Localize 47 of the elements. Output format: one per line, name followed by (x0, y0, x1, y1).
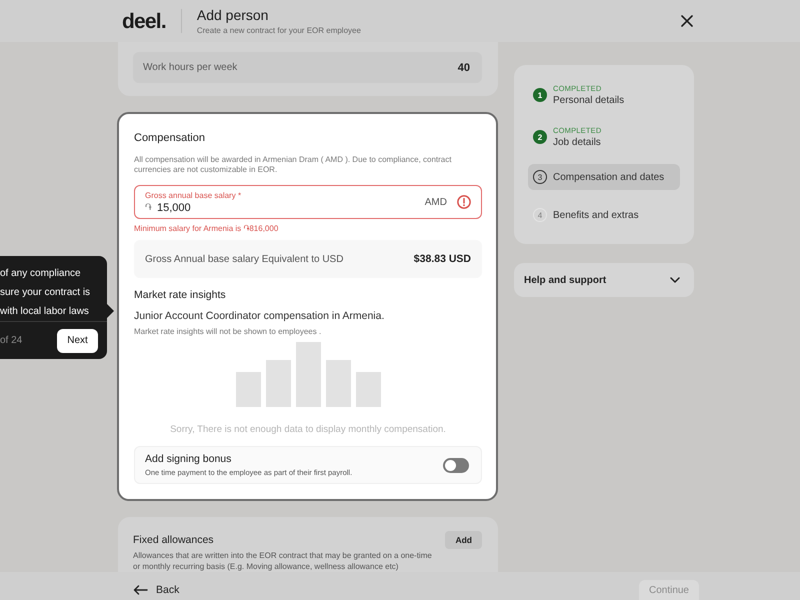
signing-bonus-title: Add signing bonus (145, 453, 232, 465)
tooltip-text: of any compliance sure your contract is with local labor laws (0, 267, 92, 319)
empty-data-message: Sorry, There is not enough data to display monthly compensation. (169, 424, 447, 435)
add-button[interactable]: Add (445, 531, 482, 549)
placeholder-bar (266, 360, 290, 407)
exclamation-circle-icon (457, 195, 471, 209)
arrow-left-icon (133, 585, 148, 595)
step-number: 4 (533, 208, 547, 222)
step-item[interactable]: 4 Benefits and extras (528, 202, 680, 228)
placeholder-bar (356, 372, 380, 407)
currency-symbol: ֏ (145, 202, 152, 213)
salary-input-field[interactable]: Gross annual base salary * ֏ 15,000 AMD (134, 185, 482, 219)
section-description: All compensation will be awarded in Armenian Dram ( AMD ). Due to compliance, contract currencies are not customizable in EOR. (134, 155, 452, 175)
step-item[interactable]: 3 Compensation and dates (528, 164, 680, 190)
section-title: Compensation (134, 131, 206, 145)
help-and-support-accordion[interactable]: Help and support (514, 263, 694, 297)
section-description: Allowances that are written into the EOR contract that may be granted on a one-time or monthly recurring basis (E.g. Moving allowance, wellness allowance etc) (133, 551, 433, 572)
close-icon[interactable] (681, 15, 693, 27)
placeholder-bar (326, 360, 350, 407)
section-title: Fixed allowances (133, 534, 214, 546)
next-button[interactable]: Next (57, 328, 98, 352)
work-hours-value: 40 (458, 62, 470, 74)
usd-equivalent-value: $38.83 USD (414, 253, 471, 265)
step-label: Compensation and dates (553, 172, 664, 182)
step-label: Job details (553, 137, 602, 148)
step-counter: of 24 (0, 335, 22, 346)
step-label: Personal details (553, 95, 624, 106)
logo: deel. (122, 10, 166, 32)
back-button[interactable]: Back (133, 584, 180, 596)
usd-equivalent-label: Gross Annual base salary Equivalent to USD (145, 254, 344, 264)
step-label: Benefits and extras (553, 210, 639, 220)
section-title: Market rate insights (134, 289, 227, 301)
placeholder-bar (236, 372, 260, 407)
step-number: 1 (533, 88, 547, 102)
page-subtitle: Create a new contract for your EOR employee (196, 26, 361, 35)
field-label: Gross annual base salary * (145, 190, 242, 200)
field-value: 15,000 (157, 202, 191, 214)
step-number: 2 (533, 130, 547, 144)
work-hours-label: Work hours per week (143, 62, 238, 73)
currency-code: AMD (424, 196, 447, 208)
page-title: Add person (196, 7, 270, 24)
placeholder-bar (296, 342, 320, 407)
insights-note: Market rate insights will not be shown to employees . (134, 327, 322, 336)
error-message: Minimum salary for Armenia is ֏816,000 (134, 224, 280, 234)
step-number: 3 (533, 170, 547, 184)
toggle-switch[interactable] (443, 458, 469, 472)
insights-subtitle: Junior Account Coordinator compensation in Armenia. (134, 310, 386, 322)
